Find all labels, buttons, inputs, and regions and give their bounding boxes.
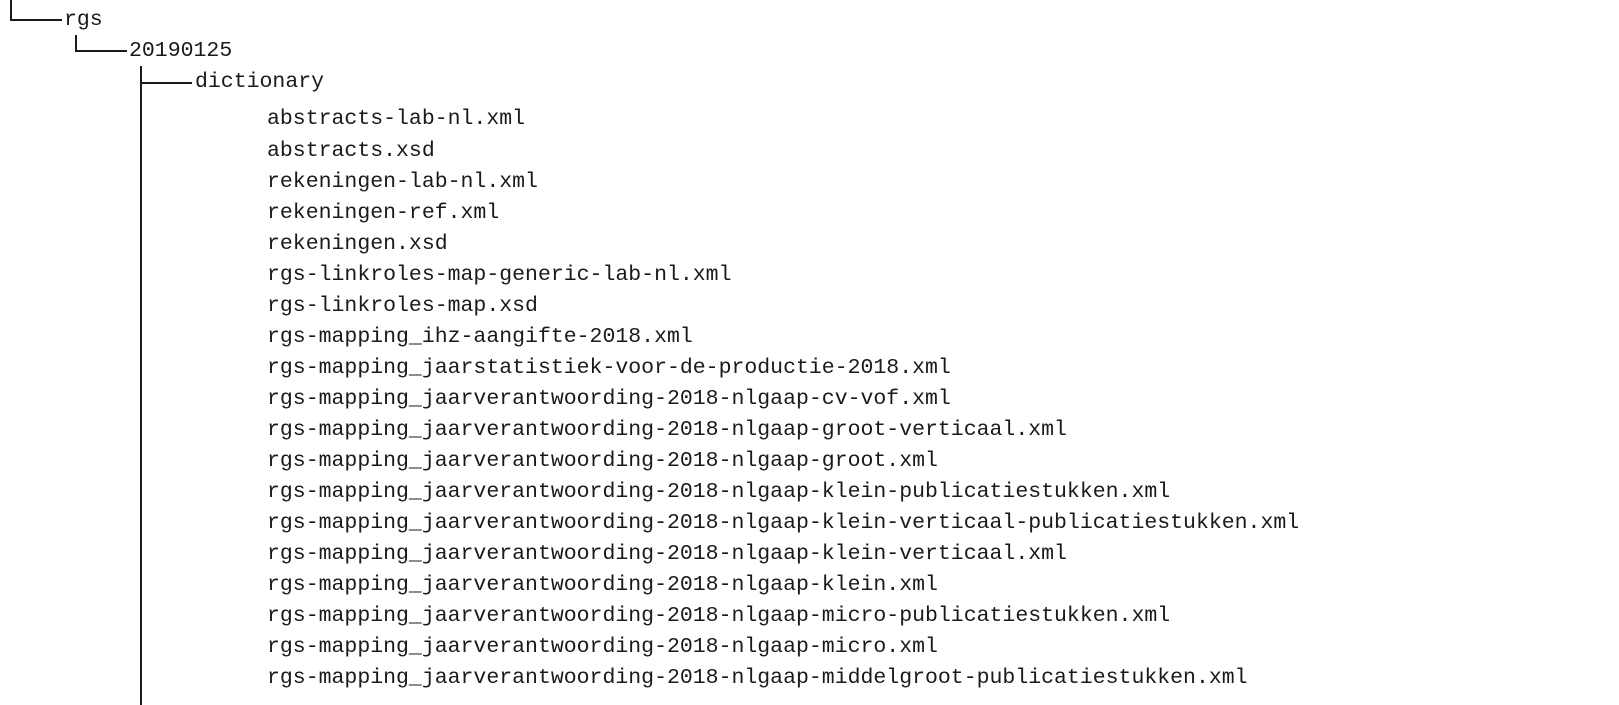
tree-node-root[interactable]: rgs	[0, 5, 103, 35]
file-item-label: rgs-mapping_ihz-aangifte-2018.xml	[267, 325, 693, 349]
tree-connector-version-vertical	[75, 35, 77, 51]
file-item-label: rgs-linkroles-map.xsd	[267, 294, 538, 318]
directory-tree: rgs 20190125 dictionary abstracts-lab-nl…	[0, 0, 1619, 705]
file-item-label: rgs-mapping_jaarstatistiek-voor-de-produ…	[267, 356, 951, 380]
tree-node-dictionary[interactable]: dictionary	[0, 67, 324, 97]
file-item-label: rgs-mapping_jaarverantwoording-2018-nlga…	[267, 449, 938, 473]
file-item-label: rgs-linkroles-map-generic-lab-nl.xml	[267, 263, 732, 287]
tree-connector-dictionary-horizontal	[140, 82, 192, 84]
file-item-label: rgs-mapping_jaarverantwoording-2018-nlga…	[267, 387, 951, 411]
file-item-label: rekeningen.xsd	[267, 232, 448, 256]
file-item-label: rgs-mapping_jaarverantwoording-2018-nlga…	[267, 480, 1171, 504]
file-item-label: abstracts-lab-nl.xml	[267, 107, 526, 131]
file-item-label: rgs-mapping_jaarverantwoording-2018-nlga…	[267, 542, 1067, 566]
file-item-label: abstracts.xsd	[267, 139, 435, 163]
file-item-label: rekeningen-ref.xml	[267, 201, 500, 225]
file-item-label: rgs-mapping_jaarverantwoording-2018-nlga…	[267, 604, 1171, 628]
tree-connector-version-horizontal	[75, 50, 127, 52]
tree-node-version-label: 20190125	[129, 39, 233, 63]
file-item-label: rgs-mapping_jaarverantwoording-2018-nlga…	[267, 666, 1248, 690]
tree-connector-dictionary-vertical	[140, 66, 142, 705]
tree-node-root-label: rgs	[64, 8, 103, 32]
file-item-label: rgs-mapping_jaarverantwoording-2018-nlga…	[267, 635, 938, 659]
file-item-label: rgs-mapping_jaarverantwoording-2018-nlga…	[267, 573, 938, 597]
file-item-label: rekeningen-lab-nl.xml	[267, 170, 538, 194]
tree-node-version[interactable]: 20190125	[0, 36, 232, 66]
tree-node-dictionary-label: dictionary	[195, 70, 325, 94]
file-item-label: rgs-mapping_jaarverantwoording-2018-nlga…	[267, 418, 1067, 442]
file-item-label: rgs-mapping_jaarverantwoording-2018-nlga…	[267, 511, 1300, 535]
